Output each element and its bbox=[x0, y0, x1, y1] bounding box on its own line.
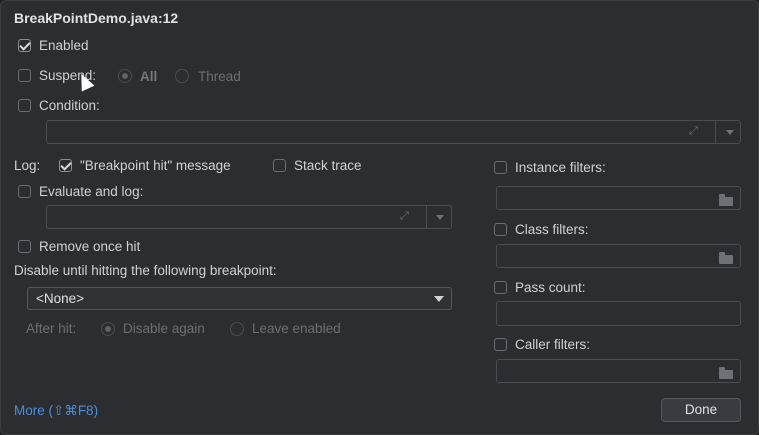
condition-input[interactable]: ⤢ bbox=[46, 120, 741, 144]
class-filters-checkbox[interactable] bbox=[494, 223, 507, 236]
suspend-checkbox[interactable] bbox=[18, 69, 31, 82]
suspend-all-radio[interactable] bbox=[118, 69, 132, 83]
leave-enabled-radio[interactable] bbox=[230, 322, 244, 336]
folder-icon[interactable] bbox=[719, 252, 733, 264]
instance-filters-label: Instance filters: bbox=[515, 160, 606, 175]
caller-filters-input[interactable] bbox=[496, 359, 741, 383]
remove-once-hit-checkbox[interactable] bbox=[18, 240, 31, 253]
evaluate-label: Evaluate and log: bbox=[39, 184, 144, 199]
suspend-thread-radio[interactable] bbox=[175, 69, 189, 83]
dropdown-arrow-icon[interactable] bbox=[726, 130, 734, 135]
remove-once-hit-label: Remove once hit bbox=[39, 239, 141, 254]
breakpoint-select-value: <None> bbox=[36, 291, 85, 306]
pass-count-checkbox[interactable] bbox=[494, 281, 507, 294]
stack-trace-label: Stack trace bbox=[294, 158, 362, 173]
disable-again-label: Disable again bbox=[123, 321, 205, 336]
breakpoint-dialog: BreakPointDemo.java:12 Enabled Suspend: … bbox=[0, 0, 759, 435]
breakpoint-hit-label: "Breakpoint hit" message bbox=[80, 158, 231, 173]
log-label: Log: bbox=[14, 158, 41, 173]
suspend-thread-label: Thread bbox=[198, 69, 241, 84]
suspend-all-label: All bbox=[140, 69, 158, 84]
enabled-label: Enabled bbox=[39, 38, 89, 53]
caller-filters-label: Caller filters: bbox=[515, 337, 591, 352]
evaluate-input[interactable]: ⤢ bbox=[46, 205, 452, 229]
enabled-checkbox[interactable] bbox=[18, 39, 31, 52]
expand-icon[interactable]: ⤢ bbox=[400, 210, 409, 223]
disable-until-label: Disable until hitting the following brea… bbox=[14, 263, 277, 278]
after-hit-label: After hit: bbox=[26, 321, 77, 336]
pass-count-input[interactable] bbox=[496, 301, 741, 326]
breakpoint-hit-checkbox[interactable] bbox=[59, 159, 72, 172]
disable-again-radio[interactable] bbox=[101, 322, 115, 336]
more-link[interactable]: More (⇧⌘F8) bbox=[14, 403, 98, 419]
expand-icon[interactable]: ⤢ bbox=[689, 125, 698, 138]
folder-icon[interactable] bbox=[719, 194, 733, 206]
stack-trace-checkbox[interactable] bbox=[273, 159, 286, 172]
done-button[interactable]: Done bbox=[661, 398, 741, 422]
evaluate-checkbox[interactable] bbox=[18, 185, 31, 198]
leave-enabled-label: Leave enabled bbox=[252, 321, 341, 336]
dropdown-arrow-icon[interactable] bbox=[436, 215, 444, 220]
breakpoint-select[interactable]: <None> bbox=[27, 287, 452, 310]
class-filters-label: Class filters: bbox=[515, 222, 589, 237]
caller-filters-checkbox[interactable] bbox=[494, 338, 507, 351]
instance-filters-input[interactable] bbox=[496, 186, 741, 210]
pass-count-label: Pass count: bbox=[515, 280, 586, 295]
dialog-title: BreakPointDemo.java:12 bbox=[14, 10, 179, 26]
condition-checkbox[interactable] bbox=[18, 99, 31, 112]
class-filters-input[interactable] bbox=[496, 244, 741, 268]
condition-label: Condition: bbox=[39, 98, 100, 113]
instance-filters-checkbox[interactable] bbox=[494, 161, 507, 174]
dropdown-arrow-icon[interactable] bbox=[434, 296, 444, 302]
folder-icon[interactable] bbox=[719, 367, 733, 379]
